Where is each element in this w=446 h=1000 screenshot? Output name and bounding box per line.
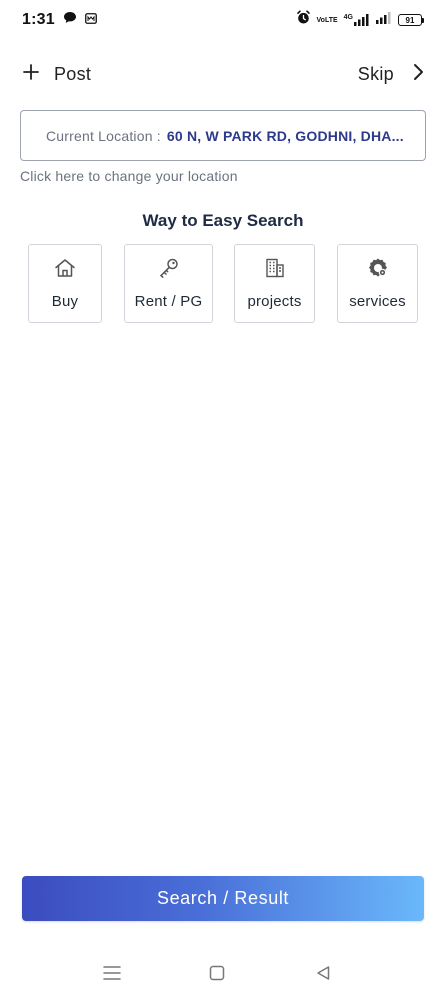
menu-icon[interactable] xyxy=(99,960,125,986)
category-grid: Buy Rent / PG projects services xyxy=(0,244,446,323)
key-icon xyxy=(156,255,182,281)
category-label: services xyxy=(349,293,406,310)
category-label: projects xyxy=(247,293,302,310)
chevron-right-icon xyxy=(412,63,424,86)
battery-icon: 91 xyxy=(398,14,424,26)
battery-level: 91 xyxy=(398,14,422,26)
signal-4g-icon: 4G xyxy=(344,14,370,26)
location-value: 60 N, W PARK RD, GODHNI, DHA... xyxy=(166,127,404,144)
app-notification-icon xyxy=(84,11,97,29)
post-button[interactable]: Post xyxy=(22,63,91,86)
alarm-icon xyxy=(296,10,311,30)
battery-tip xyxy=(422,17,424,23)
top-bar: Post Skip xyxy=(0,56,446,92)
system-nav-bar xyxy=(0,952,446,994)
status-left: 1:31 xyxy=(22,11,97,29)
category-label: Buy xyxy=(51,293,79,310)
skip-button[interactable]: Skip xyxy=(358,63,424,86)
category-rent-pg[interactable]: Rent / PG xyxy=(124,244,213,323)
home-square-icon[interactable] xyxy=(204,960,230,986)
search-result-button[interactable]: Search / Result xyxy=(22,876,424,921)
signal-icon xyxy=(376,11,392,29)
skip-label: Skip xyxy=(357,63,394,84)
current-location-field[interactable]: Current Location : 60 N, W PARK RD, GODH… xyxy=(20,110,426,161)
section-title: Way to Easy Search xyxy=(142,211,304,230)
status-right: VoLTE 4G 91 xyxy=(296,10,424,30)
plus-icon xyxy=(22,63,40,86)
post-label: Post xyxy=(54,63,92,84)
back-triangle-icon[interactable] xyxy=(310,960,336,986)
category-services[interactable]: services xyxy=(337,244,418,323)
network-gen-label: 4G xyxy=(343,14,353,21)
volte-label: VoLTE xyxy=(316,16,338,24)
status-time: 1:31 xyxy=(22,11,55,28)
status-bar: 1:31 VoLTE 4G 91 xyxy=(0,0,446,40)
category-buy[interactable]: Buy xyxy=(28,244,102,323)
building-icon xyxy=(262,255,288,281)
gear-icon xyxy=(365,255,391,281)
category-projects[interactable]: projects xyxy=(234,244,315,323)
chat-notification-icon xyxy=(63,11,77,29)
change-location-link[interactable]: Click here to change your location xyxy=(20,168,238,184)
category-label: Rent / PG xyxy=(134,293,203,310)
home-icon xyxy=(52,255,78,281)
location-label: Current Location : xyxy=(46,127,161,144)
